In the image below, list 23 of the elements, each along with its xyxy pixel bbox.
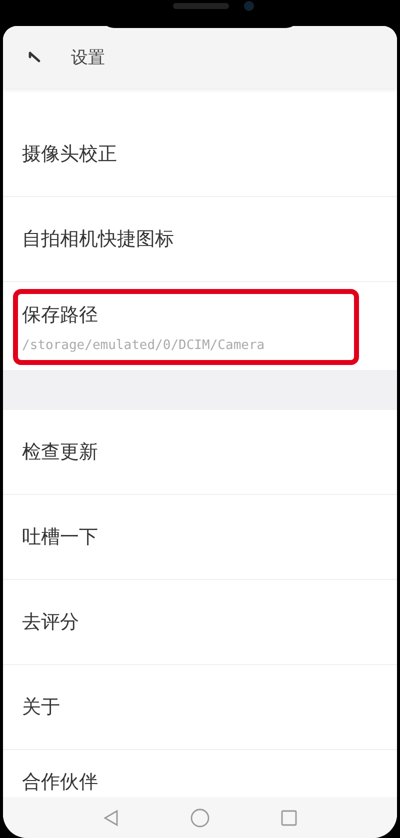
settings-item[interactable]: 检查更新 — [3, 410, 397, 495]
settings-item[interactable]: 去评分 — [3, 580, 397, 665]
speaker-grille — [173, 3, 229, 9]
camera-lens — [244, 1, 254, 11]
item-value: /storage/emulated/0/DCIM/Camera — [22, 338, 266, 353]
settings-item[interactable]: 吐槽一下 — [3, 495, 397, 580]
item-label: 吐槽一下 — [22, 525, 99, 550]
item-label: 摄像头校正 — [22, 142, 118, 167]
settings-item[interactable]: 关于 — [3, 665, 397, 750]
item-label: 合作伙伴 — [22, 770, 99, 795]
settings-item[interactable]: 合作伙伴 — [3, 750, 397, 797]
settings-item[interactable]: 自拍相机快捷图标 — [3, 197, 397, 282]
item-label: 关于 — [22, 695, 61, 720]
page-title: 设置 — [71, 46, 105, 68]
recents-icon[interactable] — [280, 808, 298, 826]
item-label: 保存路径 — [22, 303, 99, 328]
item-label: 去评分 — [22, 610, 80, 635]
item-label: 检查更新 — [22, 440, 99, 465]
home-icon[interactable] — [190, 808, 210, 828]
item-label: 自拍相机快捷图标 — [22, 227, 175, 252]
back-icon[interactable] — [27, 50, 41, 64]
settings-item[interactable]: 摄像头校正 — [3, 112, 397, 197]
settings-item[interactable]: 保存路径 /storage/emulated/0/DCIM/Camera — [3, 282, 397, 370]
